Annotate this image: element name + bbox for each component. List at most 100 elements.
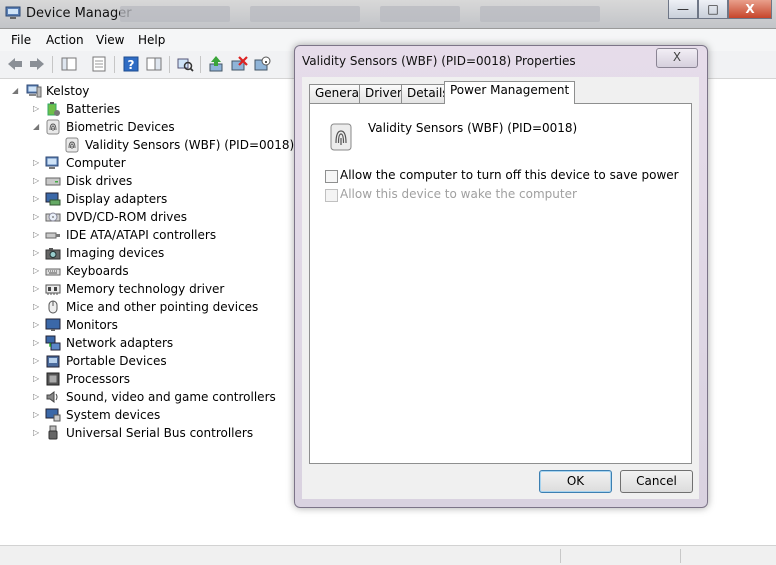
disable-device-icon[interactable]	[253, 55, 271, 73]
dialog-body: General Driver Details Power Management …	[302, 77, 699, 499]
tree-item-label: Disk drives	[66, 174, 133, 188]
tree-item-keyboards[interactable]: ▷ Keyboards	[0, 262, 260, 280]
expand-icon[interactable]: ▷	[33, 176, 41, 186]
properties-icon[interactable]	[90, 55, 108, 73]
tree-item-imaging-devices[interactable]: ▷ Imaging devices	[0, 244, 260, 262]
tree-item-biometric-devices[interactable]: ◢ Biometric Devices	[0, 118, 260, 136]
computer-icon	[45, 156, 59, 169]
expand-icon[interactable]: ▷	[33, 266, 41, 276]
expand-icon[interactable]: ▷	[33, 104, 41, 114]
back-arrow-icon[interactable]	[6, 55, 24, 73]
tree-root-label: Kelstoy	[46, 84, 90, 98]
dvd-drive-icon	[45, 212, 61, 222]
tree-item-processors[interactable]: ▷ Processors	[0, 370, 260, 388]
ide-controller-icon	[45, 232, 60, 239]
dialog-close-button[interactable]: X	[656, 48, 698, 68]
tree-item-label: Keyboards	[66, 264, 129, 278]
tree-item-portable-devices[interactable]: ▷ Portable Devices	[0, 352, 260, 370]
fingerprint-sensor-icon	[65, 137, 79, 153]
tree-item-memory-technology-driver[interactable]: ▷ Memory technology driver	[0, 280, 260, 298]
tree-item-label: Processors	[66, 372, 131, 386]
tree-item-label: Universal Serial Bus controllers	[66, 426, 254, 440]
system-devices-icon	[45, 408, 61, 422]
expand-icon[interactable]: ▷	[33, 212, 41, 222]
menu-action[interactable]: Action	[46, 33, 84, 47]
collapse-icon[interactable]: ◢	[33, 122, 41, 132]
expand-icon[interactable]: ▷	[33, 428, 41, 438]
monitor-icon	[45, 318, 61, 331]
tree-item-usb-controllers[interactable]: ▷ Universal Serial Bus controllers	[0, 424, 260, 442]
expand-icon[interactable]: ▷	[33, 230, 41, 240]
tree-item-label: Portable Devices	[66, 354, 167, 368]
expand-icon[interactable]: ▷	[33, 194, 41, 204]
tree-item-ide-controllers[interactable]: ▷ IDE ATA/ATAPI controllers	[0, 226, 260, 244]
tree-item-computer[interactable]: ▷ Computer	[0, 154, 260, 172]
minimize-button[interactable]: —	[668, 0, 698, 19]
expand-icon[interactable]: ▷	[33, 374, 41, 384]
expand-icon[interactable]: ▷	[33, 320, 41, 330]
allow-turn-off-checkbox[interactable]	[325, 170, 338, 183]
expand-icon[interactable]: ▷	[33, 356, 41, 366]
tree-item-label: Network adapters	[66, 336, 174, 350]
fingerprint-sensor-icon	[330, 123, 352, 151]
update-driver-icon[interactable]	[207, 55, 225, 73]
tree-item-label: System devices	[66, 408, 161, 422]
tree-item-validity-sensors[interactable]: Validity Sensors (WBF) (PID=0018)	[0, 136, 294, 154]
taskbar-ghost	[110, 6, 630, 22]
scan-hardware-icon[interactable]	[176, 55, 194, 73]
tree-item-network-adapters[interactable]: ▷ Network adapters	[0, 334, 260, 352]
tree-item-batteries[interactable]: ▷ Batteries	[0, 100, 260, 118]
ok-button[interactable]: OK	[539, 470, 612, 493]
allow-turn-off-label[interactable]: Allow the computer to turn off this devi…	[340, 168, 679, 182]
expand-icon[interactable]: ▷	[33, 392, 41, 402]
device-manager-icon	[5, 6, 21, 19]
tree-item-monitors[interactable]: ▷ Monitors	[0, 316, 260, 334]
help-icon[interactable]: ?	[122, 55, 140, 73]
tree-item-label: IDE ATA/ATAPI controllers	[66, 228, 217, 242]
action-pane-icon[interactable]	[145, 55, 163, 73]
tree-item-dvd-drives[interactable]: ▷ DVD/CD-ROM drives	[0, 208, 260, 226]
network-icon	[45, 335, 61, 351]
tree-item-disk-drives[interactable]: ▷ Disk drives	[0, 172, 260, 190]
expand-icon[interactable]: ▷	[33, 410, 41, 420]
uninstall-icon[interactable]	[230, 55, 248, 73]
forward-arrow-icon[interactable]	[28, 55, 46, 73]
collapse-icon[interactable]: ◢	[12, 86, 20, 96]
menu-help[interactable]: Help	[138, 33, 165, 47]
expand-icon[interactable]: ▷	[33, 284, 41, 294]
speaker-icon	[46, 391, 58, 403]
display-adapter-icon	[45, 192, 61, 206]
expand-icon[interactable]: ▷	[33, 302, 41, 312]
tree-item-label: Imaging devices	[66, 246, 165, 260]
tree-item-label: DVD/CD-ROM drives	[66, 210, 188, 224]
tree-item-label: Sound, video and game controllers	[66, 390, 276, 404]
close-icon: X	[672, 50, 682, 64]
cancel-button[interactable]: Cancel	[620, 470, 693, 493]
expand-icon[interactable]: ▷	[33, 248, 41, 258]
keyboard-icon	[45, 268, 61, 276]
dialog-title: Validity Sensors (WBF) (PID=0018) Proper…	[302, 54, 576, 68]
tree-item-mice[interactable]: ▷ Mice and other pointing devices	[0, 298, 260, 316]
maximize-button[interactable]: □	[698, 0, 728, 19]
close-icon: X	[745, 2, 755, 16]
tree-root[interactable]: ◢ Kelstoy	[0, 82, 200, 100]
expand-icon[interactable]: ▷	[33, 158, 41, 168]
close-button[interactable]: X	[728, 0, 772, 19]
expand-icon[interactable]: ▷	[33, 338, 41, 348]
tab-power-management[interactable]: Power Management	[444, 81, 576, 104]
menu-view[interactable]: View	[96, 33, 124, 47]
portable-device-icon	[46, 355, 60, 368]
show-hide-tree-icon[interactable]	[60, 55, 78, 73]
tree-item-sound-controllers[interactable]: ▷ Sound, video and game controllers	[0, 388, 276, 406]
toolbar-separator	[114, 56, 115, 73]
minimize-icon: —	[677, 2, 689, 16]
tree-item-label: Mice and other pointing devices	[66, 300, 259, 314]
status-bar	[0, 545, 776, 565]
power-management-panel: Validity Sensors (WBF) (PID=0018) Allow …	[309, 103, 692, 464]
window-controls: — □ X	[668, 0, 772, 20]
status-separator	[680, 549, 681, 563]
menu-file[interactable]: File	[11, 33, 31, 47]
tree-item-display-adapters[interactable]: ▷ Display adapters	[0, 190, 260, 208]
tree-item-label: Computer	[66, 156, 126, 170]
tree-item-system-devices[interactable]: ▷ System devices	[0, 406, 260, 424]
